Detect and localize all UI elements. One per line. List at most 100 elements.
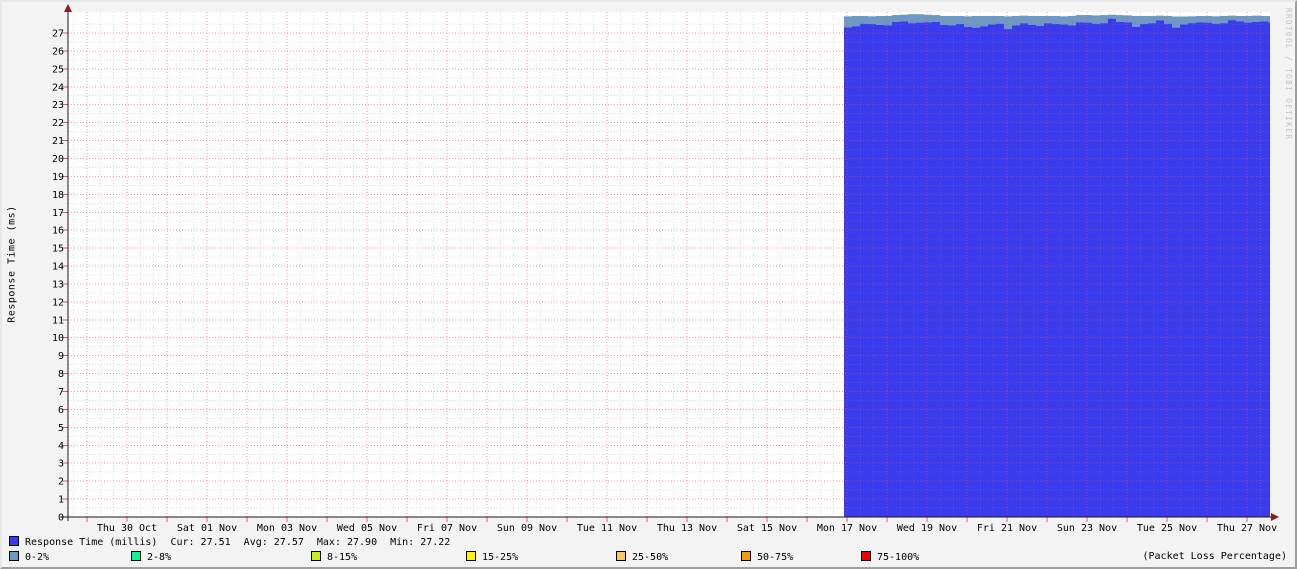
- y-tick-label: 27: [52, 29, 64, 40]
- loss-cap-area-segment: [1220, 15, 1228, 24]
- plot-area: 0123456789101112131415161718192021222324…: [52, 4, 1279, 534]
- y-tick-label: 2: [58, 477, 64, 488]
- y-tick-label: 4: [58, 441, 64, 452]
- loss-swatch: [616, 551, 626, 561]
- response-time-area-segment: [1236, 21, 1244, 518]
- response-time-area-segment: [1140, 24, 1148, 517]
- response-time-area-segment: [1164, 23, 1172, 517]
- response-time-area-segment: [972, 27, 980, 517]
- loss-cap-area-segment: [1244, 15, 1252, 23]
- legend-loss-item-50to75: 50-75%: [741, 551, 793, 563]
- y-tick-label: 10: [52, 333, 64, 344]
- response-time-area-segment: [1028, 24, 1036, 517]
- response-time-area-segment: [1068, 25, 1076, 518]
- legend-loss-item-25to50: 25-50%: [616, 551, 668, 563]
- y-tick-label: 1: [58, 495, 64, 506]
- x-tick-label: Tue 11 Nov: [577, 523, 637, 534]
- response-time-area-segment: [1076, 22, 1084, 517]
- legend-loss-item-2to8: 2-8%: [131, 551, 171, 563]
- y-tick-label: 24: [52, 82, 64, 93]
- loss-cap-area-segment: [1124, 15, 1132, 23]
- response-time-stats: Cur: 27.51 Avg: 27.57 Max: 27.90 Min: 27.22: [157, 537, 450, 548]
- x-tick-label: Thu 27 Nov: [1217, 523, 1277, 534]
- legend-row-packet-loss: (Packet Loss Percentage) 0-2% 2-8% 8-15% 15…: [9, 551, 1288, 563]
- loss-swatch: [311, 551, 321, 561]
- x-tick-label: Mon 17 Nov: [817, 523, 877, 534]
- legend-loss-item-0to2: 0-2%: [9, 551, 49, 563]
- response-time-area-segment: [1172, 27, 1180, 517]
- stat-max: Max: 27.90: [316, 537, 378, 548]
- x-tick-label: Tue 25 Nov: [1137, 523, 1197, 534]
- rrdtool-watermark: RRDTOOL / TOBI OETIKER: [1284, 8, 1293, 141]
- loss-label: 15-25%: [482, 552, 519, 563]
- response-time-area-segment: [1148, 23, 1156, 517]
- stat-cur: Cur: 27.51: [170, 537, 231, 548]
- response-time-area-segment: [876, 24, 884, 518]
- y-tick-label: 20: [52, 154, 64, 165]
- x-tick-label: Fri 07 Nov: [417, 523, 477, 534]
- legend-loss-item-15to25: 15-25%: [466, 551, 518, 563]
- response-time-swatch: [9, 536, 19, 546]
- x-tick-label: Sun 23 Nov: [1057, 523, 1117, 534]
- loss-cap-area-segment: [1044, 15, 1052, 24]
- legend-loss-item-8to15: 8-15%: [311, 551, 357, 563]
- x-axis-arrow: [1271, 513, 1279, 521]
- loss-label: 25-50%: [632, 552, 669, 563]
- response-time-area-segment: [868, 24, 876, 517]
- loss-swatch: [131, 551, 141, 561]
- loss-cap-area-segment: [860, 15, 868, 24]
- x-tick-label: Sat 01 Nov: [177, 523, 237, 534]
- y-tick-label: 9: [58, 351, 64, 362]
- loss-cap-area-segment: [1156, 15, 1164, 21]
- y-axis-title: Response Time (ms): [6, 205, 18, 323]
- loss-cap-area-segment: [1140, 15, 1148, 25]
- loss-cap-area-segment: [964, 16, 972, 27]
- response-time-area-segment: [956, 24, 964, 517]
- legend-loss-item-75to100: 75-100%: [861, 551, 919, 563]
- response-time-area-segment: [1092, 23, 1100, 517]
- response-time-area-segment: [1100, 23, 1108, 517]
- loss-cap-area-segment: [1020, 15, 1028, 24]
- loss-cap-area-segment: [892, 15, 900, 22]
- y-tick-label: 3: [58, 459, 64, 470]
- legend-row-response-time: Response Time (millis) Cur: 27.51 Avg: 27.…: [9, 536, 1288, 548]
- y-tick-label: 17: [52, 208, 64, 219]
- y-tick-label: 13: [52, 279, 64, 290]
- x-tick-label: Sat 15 Nov: [737, 523, 797, 534]
- response-time-area-segment: [1188, 23, 1196, 517]
- response-time-area-segment: [1044, 23, 1052, 517]
- y-tick-label: 0: [58, 513, 64, 524]
- loss-cap-area-segment: [1052, 15, 1060, 25]
- y-tick-label: 15: [52, 244, 64, 255]
- loss-cap-area-segment: [1004, 16, 1012, 30]
- response-time-area-segment: [1020, 23, 1028, 517]
- y-tick-label: 12: [52, 297, 64, 308]
- response-time-area-segment: [1116, 21, 1124, 517]
- response-time-area-segment: [1204, 22, 1212, 517]
- loss-swatch: [861, 551, 871, 561]
- response-time-area-segment: [1220, 23, 1228, 517]
- loss-cap-area-segment: [948, 15, 956, 26]
- x-tick-label: Mon 03 Nov: [257, 523, 317, 534]
- stat-min: Min: 27.22: [390, 537, 451, 548]
- x-tick-label: Thu 13 Nov: [657, 523, 717, 534]
- y-tick-label: 16: [52, 226, 64, 237]
- x-tick-label: Sun 09 Nov: [497, 523, 557, 534]
- loss-cap-area-segment: [1060, 16, 1068, 25]
- x-tick-label: Wed 19 Nov: [897, 523, 957, 534]
- loss-cap-area-segment: [1132, 15, 1140, 27]
- loss-cap-area-segment: [980, 15, 988, 27]
- packet-loss-note: (Packet Loss Percentage): [1142, 551, 1288, 562]
- response-time-area-segment: [996, 23, 1004, 517]
- y-tick-label: 21: [52, 136, 64, 147]
- loss-label: 8-15%: [327, 552, 358, 563]
- response-time-area-segment: [1244, 22, 1252, 517]
- loss-cap-area-segment: [1172, 16, 1180, 28]
- response-time-area-segment: [988, 24, 996, 517]
- loss-cap-area-segment: [1196, 15, 1204, 23]
- y-tick-label: 26: [52, 46, 64, 57]
- loss-cap-area-segment: [1252, 15, 1260, 22]
- x-tick-label: Fri 21 Nov: [977, 523, 1037, 534]
- loss-label: 50-75%: [757, 552, 794, 563]
- response-time-area-segment: [1268, 22, 1270, 517]
